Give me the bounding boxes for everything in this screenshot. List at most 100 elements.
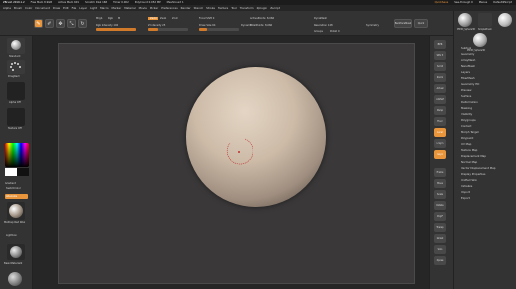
menu-polypaint[interactable]: Polypaint (461, 136, 473, 140)
menu-material[interactable]: Material (124, 6, 135, 10)
zadd-toggle[interactable]: Zadd (148, 17, 159, 20)
shelf-transp[interactable]: Transp (434, 223, 446, 232)
menu-morph-target[interactable]: Morph Target (461, 130, 479, 134)
shelf-aahalf[interactable]: AAHalf (434, 95, 446, 104)
menu-macro[interactable]: Macro (100, 6, 108, 10)
menu-tool[interactable]: Tool (231, 6, 236, 10)
texture-thumbnail[interactable] (7, 108, 25, 126)
scale-button[interactable]: ⤡ (67, 19, 76, 28)
tool-thumbnail-spherebrush[interactable] (498, 13, 512, 27)
shelf-ghost[interactable]: Ghost (434, 234, 446, 243)
menu-draw[interactable]: Draw (53, 6, 60, 10)
rgb-intensity-track[interactable] (96, 28, 136, 31)
menu-edit[interactable]: Edit (63, 6, 68, 10)
menu-unified-skin[interactable]: Unified Skin (461, 178, 477, 182)
shelf-persp[interactable]: Persp (434, 106, 446, 115)
secondary-color-swatch[interactable] (17, 168, 29, 176)
menu-subtool[interactable]: Subtool (461, 46, 471, 50)
draw-size-track[interactable] (199, 28, 239, 31)
menu-contact[interactable]: Contact (461, 124, 471, 128)
z-intensity-track[interactable] (148, 28, 188, 31)
menu-transform[interactable]: Transform (240, 6, 254, 10)
stroke-thumbnail[interactable] (7, 60, 25, 74)
mrgb-toggle[interactable]: Mrgb (96, 17, 102, 20)
rgb-intensity-slider[interactable]: Rgb Intensity 100 (96, 24, 118, 27)
tool-thumbnail-simplebrush[interactable] (478, 13, 492, 27)
zsub-toggle[interactable]: Zsub (160, 17, 166, 20)
current-tool-sphere[interactable] (473, 33, 487, 47)
lightbox-button[interactable]: Lightbox (6, 234, 17, 237)
alternate-button[interactable]: Alternate (5, 194, 28, 199)
shelf-scroll[interactable]: Scroll (434, 62, 446, 71)
menu-zscript[interactable]: Zscript (270, 6, 280, 10)
menu-render[interactable]: Render (181, 6, 191, 10)
menu-initialize[interactable]: Initialize (461, 184, 472, 188)
shelf-move[interactable]: Move (434, 179, 446, 188)
menu-color[interactable]: Color (25, 6, 32, 10)
shelf-spix[interactable]: SPix 3 (434, 51, 446, 60)
menu-deformation[interactable]: Deformation (461, 100, 478, 104)
shelf-gxyz[interactable]: Gxyz (434, 150, 446, 159)
menu-picker[interactable]: Picker (150, 6, 158, 10)
shelf-actual[interactable]: Actual (434, 84, 446, 93)
rotate-button[interactable]: ↻ (78, 19, 87, 28)
menu-arraymesh[interactable]: ArrayMesh (461, 58, 475, 62)
menu-polygroups[interactable]: Polygroups (461, 118, 476, 122)
menu-masking[interactable]: Masking (461, 106, 472, 110)
m-toggle[interactable]: M (118, 17, 120, 20)
dynamesh-resolution[interactable]: Resolution 128 (314, 24, 333, 27)
draw-button[interactable]: ✐ (45, 19, 54, 28)
menu-alpha[interactable]: Alpha (3, 6, 11, 10)
menu-geometry-hd[interactable]: Geometry HD (461, 82, 479, 86)
switch-color-button[interactable]: SwitchColor (6, 187, 21, 190)
brush-thumbnail[interactable] (7, 38, 25, 54)
tool-thumbnail-sphere[interactable] (458, 13, 472, 27)
menu-marker[interactable]: Marker (112, 6, 122, 10)
menu-fibermesh[interactable]: FiberMesh (461, 76, 475, 80)
shelf-zoom[interactable]: Zoom (434, 73, 446, 82)
menu-zplugin[interactable]: Zplugin (257, 6, 268, 10)
draw-size-slider[interactable]: Draw Size 64 (199, 24, 215, 27)
see-through-slider[interactable]: See-through 0 (454, 1, 472, 4)
default-zscript-button[interactable]: DefaultZScript (493, 1, 512, 4)
menu-preview[interactable]: Preview (461, 88, 471, 92)
rgb-toggle[interactable]: Rgb (108, 17, 113, 20)
menu-import[interactable]: Import (461, 190, 470, 194)
menu-displacement-map[interactable]: Displacement Map (461, 154, 486, 158)
z-intensity-slider[interactable]: Z Intensity 25 (148, 24, 165, 27)
menu-uv-map[interactable]: UV Map (461, 142, 471, 146)
shelf-xpose[interactable]: Xpose (434, 256, 446, 265)
quicksave-button[interactable]: QuickSave (435, 1, 449, 4)
shelf-local[interactable]: Local (434, 128, 446, 137)
material2-thumbnail[interactable] (7, 244, 25, 260)
focal-shift-slider[interactable]: Focal Shift 0 (199, 17, 214, 20)
menu-visibility[interactable]: Visibility (461, 112, 472, 116)
menu-layers[interactable]: Layers (461, 70, 470, 74)
alpha-thumbnail[interactable] (7, 82, 25, 100)
edit-button[interactable]: ✎ (34, 19, 43, 28)
polish-slider[interactable]: Polish 0 (330, 30, 340, 33)
shelf-floor[interactable]: Floor (434, 117, 446, 126)
document-canvas[interactable] (58, 43, 415, 284)
menu-display-properties[interactable]: Display Properties (461, 172, 485, 176)
backface-mask-button[interactable]: BackfaceMask (394, 19, 412, 28)
menu-document[interactable]: Document (35, 6, 50, 10)
groups-toggle[interactable]: Groups (314, 30, 323, 33)
shelf-rotate[interactable]: Rotate (434, 201, 446, 210)
sphere-mesh[interactable] (186, 67, 326, 207)
zcut-toggle[interactable]: Zcut (172, 17, 178, 20)
color-picker[interactable] (5, 143, 29, 167)
menus-button[interactable]: Menus (479, 1, 487, 4)
menu-preferences[interactable]: Preferences (161, 6, 177, 10)
menu-vector-displacement-map[interactable]: Vector Displacement Map (461, 166, 495, 170)
symmetry-button[interactable]: Symmetry (366, 24, 379, 27)
main-color-swatch[interactable] (5, 168, 17, 176)
shelf-frame[interactable]: Frame (434, 168, 446, 177)
menu-surface[interactable]: Surface (461, 94, 471, 98)
menu-nanomesh[interactable]: NanoMesh (461, 64, 475, 68)
shelf-polyf[interactable]: PolyF (434, 212, 446, 221)
menu-export[interactable]: Export (461, 196, 470, 200)
shelf-lsym[interactable]: L.Sym (434, 139, 446, 148)
menu-movie[interactable]: Movie (139, 6, 147, 10)
dynamesh-button[interactable]: DynaMesh (314, 17, 327, 20)
